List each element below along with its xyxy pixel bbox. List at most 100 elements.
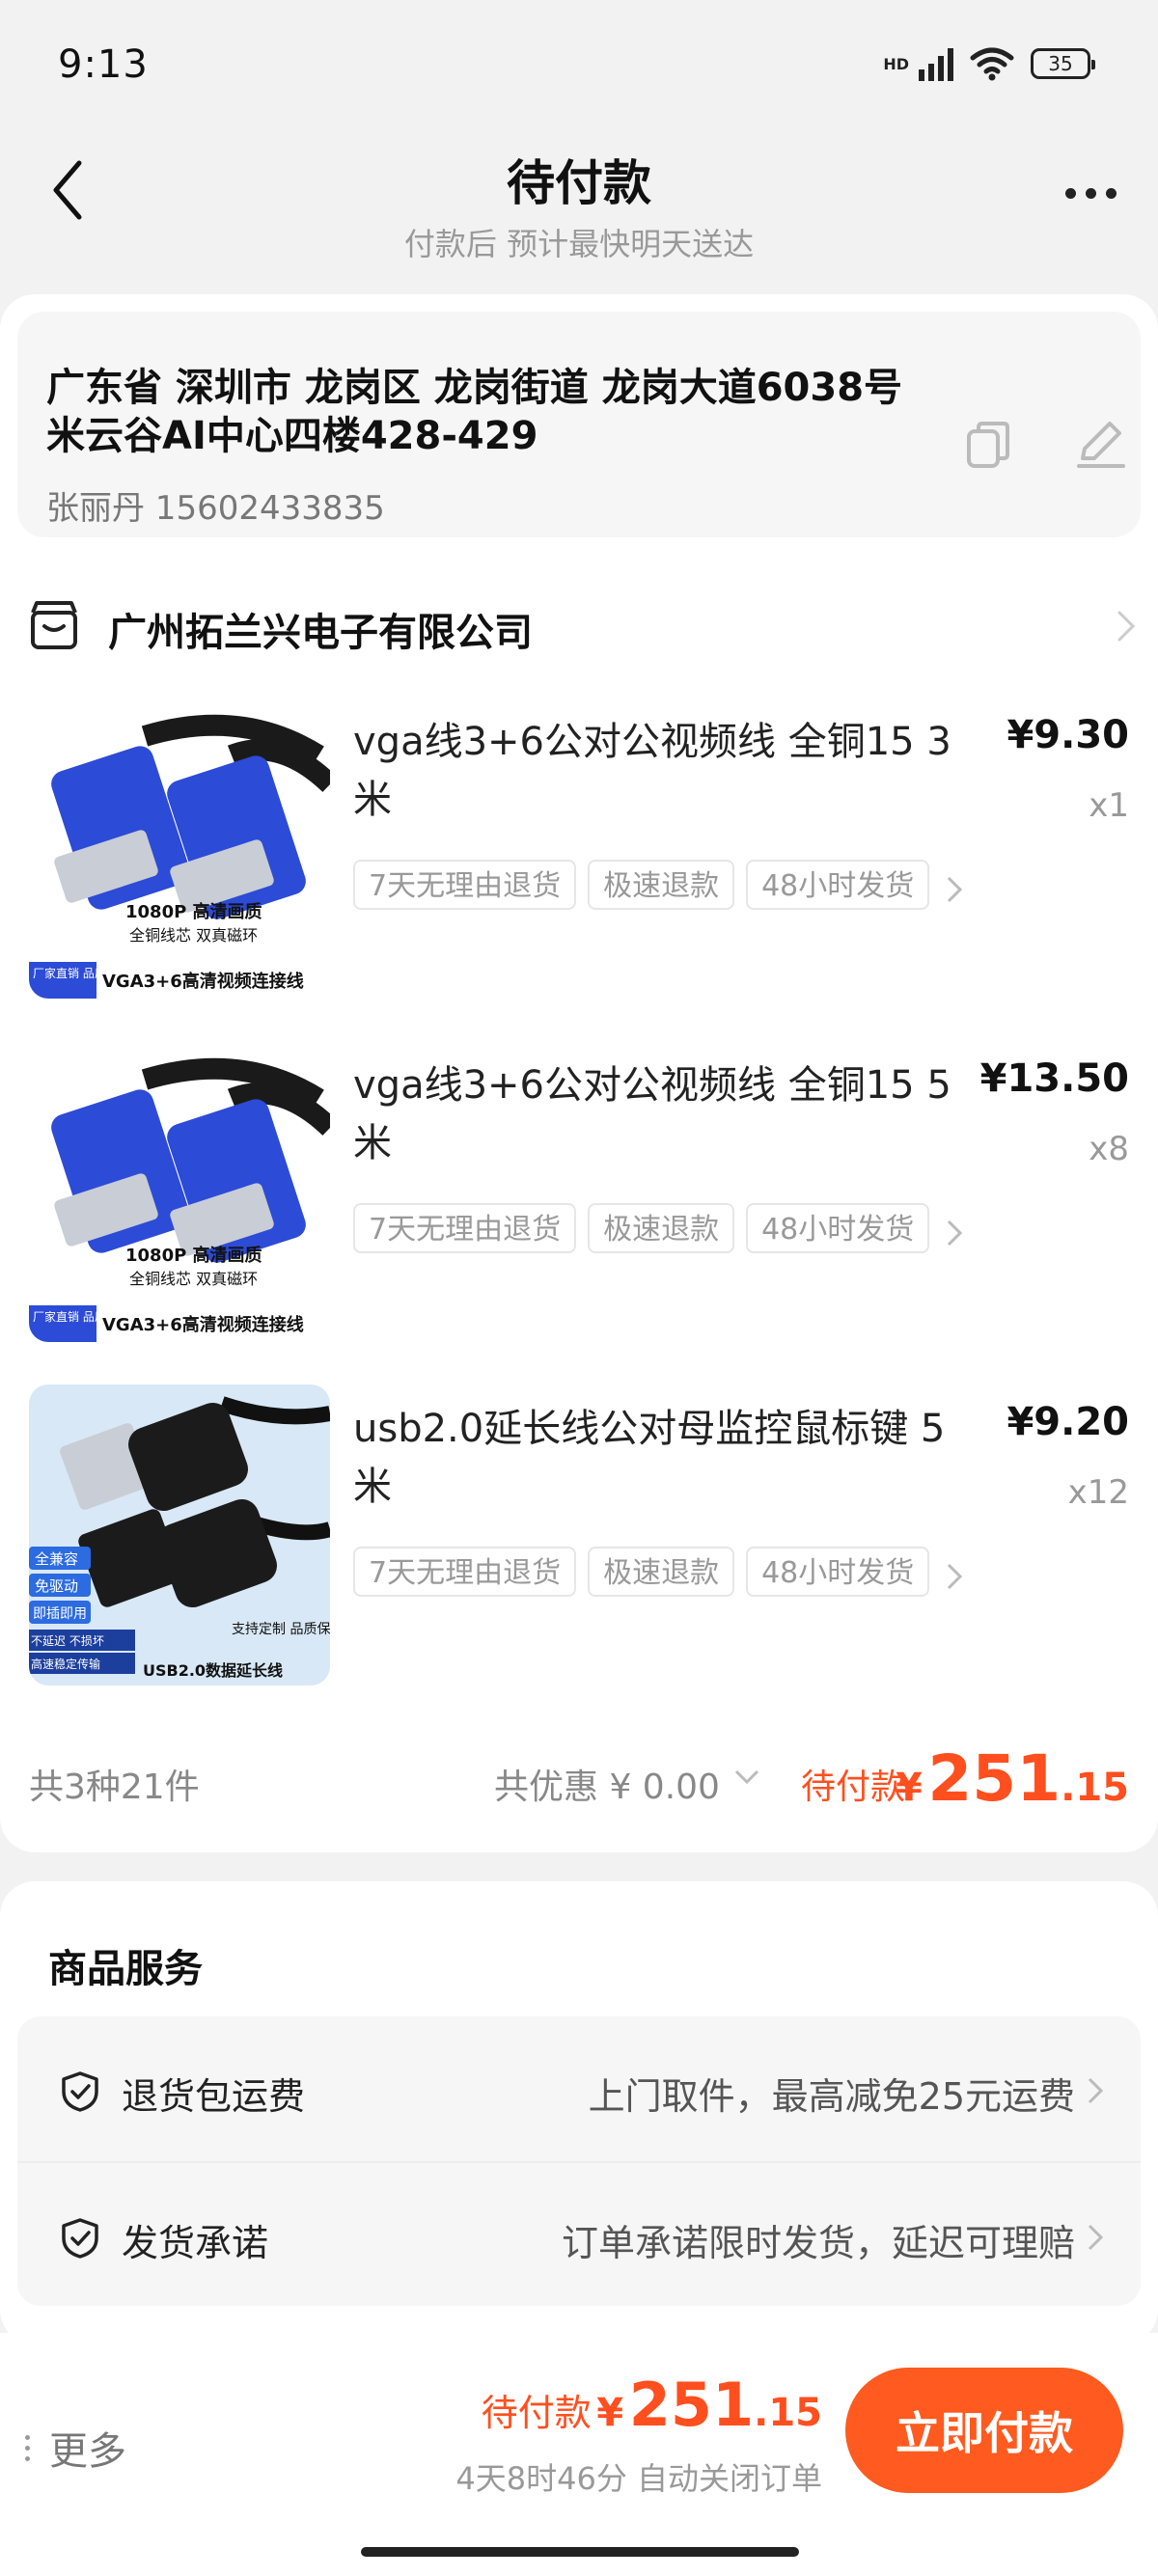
thumb-label: 即插即用 bbox=[33, 1606, 87, 1622]
thumb-text: 1080P 高清画质 bbox=[125, 1245, 262, 1266]
item-quantity: x8 bbox=[1089, 1130, 1129, 1168]
thumb-label: 全兼容 bbox=[35, 1550, 78, 1568]
chevron-down-icon[interactable] bbox=[733, 1768, 760, 1786]
address-line: 广东省 深圳市 龙岗区 龙岗街道 龙岗大道6038号米云谷AI中心四楼428-4… bbox=[46, 366, 903, 458]
item-count: 共3种21件 bbox=[29, 1768, 200, 1807]
amount-decimal: .15 bbox=[754, 2391, 822, 2435]
service-tag: 极速退款 bbox=[588, 1203, 735, 1253]
chevron-right-icon bbox=[1088, 2224, 1104, 2251]
address-section[interactable]: 广东省 深圳市 龙岗区 龙岗街道 龙岗大道6038号米云谷AI中心四楼428-4… bbox=[17, 312, 1141, 537]
order-item[interactable]: 1080P 高清画质 全铜线芯 双真磁环 厂家直销 品质保证 VGA3+6高清视… bbox=[0, 698, 1158, 1002]
more-options-button[interactable] bbox=[1052, 164, 1129, 222]
battery-icon: 35 bbox=[1031, 48, 1095, 79]
network-type-label: HD bbox=[883, 54, 909, 73]
service-value: 上门取件，最高减免25元运费 bbox=[588, 2075, 1075, 2118]
thumb-label: 免驱动 bbox=[35, 1577, 78, 1595]
currency-symbol: ¥ bbox=[596, 2391, 624, 2435]
amount-integer: 251 bbox=[628, 2370, 755, 2440]
service-tag: 极速退款 bbox=[588, 860, 735, 910]
item-title: vga线3+6公对公视频线 全铜15 3米 bbox=[353, 720, 951, 822]
pending-payment-label: 待付款 bbox=[481, 2392, 592, 2434]
dot-icon bbox=[1105, 187, 1117, 199]
item-price: ¥9.30 bbox=[1006, 713, 1129, 757]
service-tags: 7天无理由退货 极速退款 48小时发货 bbox=[353, 860, 971, 916]
dot-icon bbox=[1064, 187, 1076, 199]
pay-now-button[interactable]: 立即付款 bbox=[845, 2368, 1123, 2493]
address-contact: 张丽丹 15602433835 bbox=[46, 489, 385, 528]
product-thumbnail: 1080P 高清画质 全铜线芯 双真磁环 厂家直销 品质保证 VGA3+6高清视… bbox=[29, 698, 330, 999]
services-list: 退货包运费 上门取件，最高减免25元运费 发货承诺 订单承诺限时发货，延迟可理赔 bbox=[17, 2016, 1141, 2306]
bottom-total: 待付款 ¥ 251.15 bbox=[482, 2370, 822, 2440]
amount-integer: 251 bbox=[927, 1741, 1062, 1816]
item-price: ¥9.20 bbox=[1006, 1400, 1129, 1444]
edit-icon[interactable] bbox=[1075, 418, 1127, 470]
store-icon bbox=[31, 601, 77, 649]
copy-icon[interactable] bbox=[965, 420, 1011, 470]
order-summary: 共3种21件 共优惠 ¥ 0.00 待付款 ¥ 251.15 bbox=[0, 1741, 1158, 1819]
thumb-text: 全铜线芯 双真磁环 bbox=[129, 926, 258, 945]
wifi-icon bbox=[970, 47, 1014, 81]
thumb-text: VGA3+6高清视频连接线 bbox=[102, 1314, 304, 1335]
service-tag: 7天无理由退货 bbox=[353, 1547, 577, 1597]
thumb-text: 支持定制 品质保证 bbox=[232, 1622, 330, 1637]
service-tag: 7天无理由退货 bbox=[353, 1203, 577, 1253]
order-item[interactable]: 1080P 高清画质 全铜线芯 双真磁环 厂家直销 品质保证 VGA3+6高清视… bbox=[0, 1041, 1158, 1346]
item-quantity: x12 bbox=[1067, 1473, 1129, 1512]
page-header: 待付款 付款后 预计最快明天送达 bbox=[0, 135, 1158, 280]
status-time: 9:13 bbox=[58, 42, 149, 87]
chevron-right-icon bbox=[1117, 611, 1136, 642]
service-tag: 7天无理由退货 bbox=[353, 860, 577, 910]
thumb-label: 高速稳定传输 bbox=[31, 1657, 100, 1671]
order-item[interactable]: 全兼容 免驱动 即插即用 不延迟 不损坏 高速稳定传输 支持定制 品质保证 US… bbox=[0, 1384, 1158, 1689]
chevron-right-icon bbox=[947, 1563, 963, 1590]
service-tags: 7天无理由退货 极速退款 48小时发货 bbox=[353, 1203, 971, 1259]
thumb-text: 1080P 高清画质 bbox=[125, 901, 262, 922]
signal-icon bbox=[919, 46, 953, 81]
services-card: 商品服务 退货包运费 上门取件，最高减免25元运费 发货承诺 订单承诺限时发货，… bbox=[0, 1881, 1158, 2344]
item-title: usb2.0延长线公对母监控鼠标键 5米 bbox=[353, 1407, 946, 1509]
total-amount: ¥ 251.15 bbox=[896, 1741, 1129, 1816]
service-label: 退货包运费 bbox=[122, 2075, 306, 2118]
home-indicator[interactable] bbox=[361, 2547, 799, 2557]
service-tag: 48小时发货 bbox=[746, 1203, 930, 1253]
chevron-right-icon bbox=[947, 876, 963, 903]
shop-row[interactable]: 广州拓兰兴电子有限公司 bbox=[0, 574, 1158, 671]
chevron-right-icon bbox=[947, 1219, 963, 1247]
product-thumbnail: 全兼容 免驱动 即插即用 不延迟 不损坏 高速稳定传输 支持定制 品质保证 US… bbox=[29, 1384, 330, 1685]
more-button[interactable]: 更多 bbox=[25, 2420, 126, 2476]
status-icons: HD 35 bbox=[883, 46, 1095, 81]
chevron-right-icon bbox=[1088, 2077, 1104, 2104]
item-title: vga线3+6公对公视频线 全铜15 5米 bbox=[353, 1063, 951, 1165]
service-row-return-shipping[interactable]: 退货包运费 上门取件，最高减免25元运费 bbox=[17, 2016, 1141, 2161]
discount-toggle[interactable]: 共优惠 ¥ 0.00 bbox=[494, 1759, 720, 1809]
status-bar: 9:13 HD 35 bbox=[0, 0, 1158, 135]
thumb-text: VGA3+6高清视频连接线 bbox=[102, 971, 304, 992]
thumb-text: USB2.0数据延长线 bbox=[143, 1661, 283, 1680]
shop-name: 广州拓兰兴电子有限公司 bbox=[108, 611, 533, 655]
thumb-text: 全铜线芯 双真磁环 bbox=[129, 1270, 258, 1288]
service-label: 发货承诺 bbox=[122, 2222, 269, 2264]
auto-close-countdown: 4天8时46分 自动关闭订单 bbox=[455, 2460, 822, 2497]
service-value: 订单承诺限时发货，延迟可理赔 bbox=[561, 2222, 1075, 2264]
page-subtitle: 付款后 预计最快明天送达 bbox=[403, 226, 755, 262]
service-row-shipping-promise[interactable]: 发货承诺 订单承诺限时发货，延迟可理赔 bbox=[17, 2161, 1141, 2308]
vertical-dots-icon bbox=[25, 2434, 30, 2461]
thumb-label: 不延迟 不损坏 bbox=[31, 1634, 104, 1648]
shield-check-icon bbox=[62, 2218, 98, 2259]
pending-payment-label: 待付款 bbox=[801, 1768, 906, 1807]
item-quantity: x1 bbox=[1089, 786, 1129, 825]
service-tag: 极速退款 bbox=[588, 1547, 735, 1597]
service-tag: 48小时发货 bbox=[746, 860, 930, 910]
bottom-action-bar: 更多 待付款 ¥ 251.15 4天8时46分 自动关闭订单 立即付款 bbox=[0, 2333, 1158, 2576]
order-card: 广东省 深圳市 龙岗区 龙岗街道 龙岗大道6038号米云谷AI中心四楼428-4… bbox=[0, 294, 1158, 1852]
battery-level: 35 bbox=[1048, 52, 1073, 75]
item-price: ¥13.50 bbox=[979, 1056, 1129, 1101]
currency-symbol: ¥ bbox=[895, 1766, 923, 1810]
service-tags: 7天无理由退货 极速退款 48小时发货 bbox=[353, 1547, 971, 1603]
dot-icon bbox=[1085, 187, 1096, 199]
more-label: 更多 bbox=[49, 2429, 126, 2474]
page-title: 待付款 bbox=[507, 155, 651, 211]
service-tag: 48小时发货 bbox=[746, 1547, 930, 1597]
shield-check-icon bbox=[62, 2071, 98, 2112]
product-thumbnail: 1080P 高清画质 全铜线芯 双真磁环 厂家直销 品质保证 VGA3+6高清视… bbox=[29, 1041, 330, 1342]
